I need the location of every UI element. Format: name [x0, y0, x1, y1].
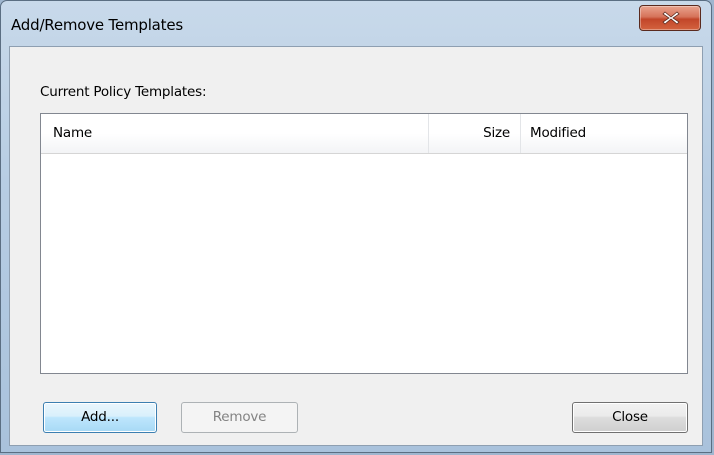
current-policy-templates-label: Current Policy Templates: — [40, 84, 207, 100]
remove-button[interactable]: Remove — [181, 402, 298, 433]
column-header-modified[interactable]: Modified — [521, 114, 687, 153]
column-header-size[interactable]: Size — [429, 114, 521, 153]
window-close-button[interactable] — [639, 5, 701, 31]
column-header-name[interactable]: Name — [41, 114, 429, 153]
window-title: Add/Remove Templates — [11, 16, 183, 34]
close-button[interactable]: Close — [572, 402, 688, 433]
close-icon — [662, 11, 680, 25]
templates-list[interactable]: Name Size Modified — [40, 113, 688, 374]
dialog-window: Add/Remove Templates Current Policy Temp… — [0, 0, 712, 453]
add-button[interactable]: Add... — [43, 402, 157, 433]
title-bar[interactable]: Add/Remove Templates — [1, 1, 711, 34]
list-header: Name Size Modified — [41, 114, 687, 154]
dialog-client-area: Current Policy Templates: Name Size Modi… — [9, 46, 703, 446]
